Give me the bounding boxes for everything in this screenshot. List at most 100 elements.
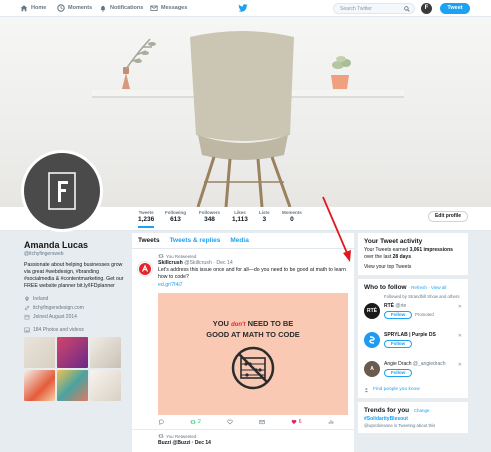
photo-thumbnail[interactable] (57, 337, 88, 368)
stat-label: Following (165, 210, 186, 215)
retweeted-indicator: You Retweeted (158, 253, 348, 259)
activity-text-a: Your Tweets earned (364, 247, 410, 253)
stat-label: Moments (282, 210, 302, 215)
suggestion-avatar[interactable]: RTÉ (364, 302, 380, 319)
trends-change-link[interactable]: · Change (411, 408, 430, 413)
profile-sidebar: Amanda Lucas @itchyfingersweb Passionate… (24, 240, 129, 401)
follow-button[interactable]: Follow (384, 339, 412, 348)
nav-moments[interactable]: Moments (57, 4, 92, 12)
skillcrush-logo-icon (139, 263, 151, 275)
nav-avatar[interactable]: F (421, 3, 432, 14)
suggestion-handle: @rte (395, 302, 407, 309)
follow-button[interactable]: Follow (384, 368, 412, 377)
profile-avatar[interactable] (21, 150, 103, 232)
stat-followers[interactable]: Followers 348 (199, 210, 220, 223)
suggestion-name[interactable]: RTÉ @rte (384, 300, 462, 309)
tweet-author-name[interactable]: Skillcrush (158, 260, 183, 266)
sprylab-logo-icon (369, 335, 375, 344)
analytics-button[interactable] (328, 419, 334, 425)
stat-label: Likes (234, 210, 246, 215)
suggestion-avatar[interactable] (364, 331, 380, 348)
profile-joined-text: Joined August 2014 (33, 314, 77, 320)
profile-location-text: Ireland (33, 296, 49, 302)
search-input[interactable]: Search Twitter (333, 3, 415, 14)
stat-following[interactable]: Following 613 (165, 210, 186, 223)
twitter-bird-icon[interactable] (238, 3, 248, 13)
profile-website[interactable]: itchyfingersdesign.com (24, 305, 129, 311)
photos-videos-text[interactable]: 184 Photos and videos (33, 327, 84, 333)
card-text-dont: don't (231, 322, 246, 328)
trend-tag[interactable]: #SolidarityBlesout (364, 416, 462, 423)
tweet-author-avatar[interactable] (137, 261, 153, 277)
who-to-follow-links[interactable]: · Refresh · View all (408, 285, 446, 290)
tweet-author-preview[interactable]: Buzzi @Buzzi · Dec 14 (158, 440, 348, 446)
suggestion-name[interactable]: Angie Drach @_angiedrach (384, 358, 462, 367)
stat-label: Lists (259, 210, 270, 215)
nav-home[interactable]: Home (20, 4, 46, 12)
heart-outline-icon (227, 419, 233, 425)
stat-moments[interactable]: Moments 0 (282, 210, 302, 223)
retweet-button[interactable]: 2 (190, 419, 201, 425)
find-people-text[interactable]: Find people you know (373, 387, 420, 392)
find-people-link[interactable]: Find people you know (364, 387, 462, 393)
profile-name[interactable]: Amanda Lucas (24, 240, 129, 250)
photo-icon (24, 327, 30, 333)
nav-messages[interactable]: Messages (150, 4, 187, 12)
suggestion-name[interactable]: SPRYLAB | Purple DS (384, 329, 462, 338)
tweet-activity-card: Your Tweet activity Your Tweets earned 3… (358, 233, 468, 275)
right-sidebar: Your Tweet activity Your Tweets earned 3… (358, 233, 468, 437)
suggestion-handle: @_angiedrach (412, 360, 446, 367)
photo-thumbnail[interactable] (90, 337, 121, 368)
stat-likes[interactable]: Likes 1,113 (232, 210, 248, 223)
dismiss-icon[interactable]: ✕ (458, 362, 462, 368)
view-top-tweets-link[interactable]: View your top Tweets (364, 264, 462, 270)
stat-tweets[interactable]: Tweets 1,236 (138, 210, 155, 228)
nav-notifications-label: Notifications (110, 5, 144, 11)
edit-profile-button[interactable]: Edit profile (428, 211, 468, 222)
profile-website-text[interactable]: itchyfingersdesign.com (33, 305, 84, 311)
tweet-button[interactable]: Tweet (440, 3, 470, 14)
who-to-follow-title: Who to follow (364, 284, 407, 291)
bell-icon (100, 5, 106, 12)
like-button[interactable] (227, 419, 233, 425)
timeline-tabs: Tweets Tweets & replies Media (132, 233, 354, 249)
retweet-icon (158, 434, 164, 438)
tweet[interactable]: You Retweeted Skillcrush @Skillcrush · D… (132, 249, 354, 430)
photo-thumbnail[interactable] (57, 370, 88, 401)
tweet[interactable]: You Retweeted Buzzi @Buzzi · Dec 14 (132, 430, 354, 447)
suggestion-avatar[interactable]: A (364, 360, 380, 377)
dismiss-icon[interactable]: ✕ (458, 304, 462, 310)
retweeted-text: You Retweeted (166, 253, 197, 259)
tweet-author-meta: @Skillcrush · Dec 14 (184, 260, 233, 266)
home-icon (20, 5, 28, 12)
profile-handle[interactable]: @itchyfingersweb (24, 251, 129, 257)
calendar-icon (24, 314, 30, 320)
reply-icon (158, 419, 164, 425)
liked-button[interactable]: 6 (291, 419, 302, 425)
stat-lists[interactable]: Lists 3 (259, 210, 270, 223)
photo-thumbnail[interactable] (24, 370, 55, 401)
top-nav: Home Moments Notifications Messages Sear… (0, 0, 491, 17)
letter-f-logo-icon (48, 172, 76, 210)
follow-button[interactable]: Follow (384, 310, 412, 319)
tweet-activity-body: Your Tweets earned 3,061 impressions ove… (364, 247, 462, 261)
direct-message-button[interactable] (259, 419, 265, 425)
reply-button[interactable] (158, 419, 164, 425)
activity-days: 28 days (392, 254, 411, 260)
tweet-media-card[interactable]: YOU don't NEED TO BE GOOD AT MATH TO COD… (158, 293, 348, 415)
tab-tweets[interactable]: Tweets (138, 237, 160, 248)
tab-tweets-replies[interactable]: Tweets & replies (170, 237, 221, 248)
profile-bio: Passionate about helping businesses grow… (24, 262, 124, 289)
tweet-link[interactable]: ed.gr/7f4i7 (158, 282, 348, 289)
profile-avatar-logo (24, 153, 100, 229)
photo-thumbnail[interactable] (90, 370, 121, 401)
card-text-math: GOOD AT MATH TO CODE (206, 330, 300, 339)
photos-videos-link[interactable]: 184 Photos and videos (24, 327, 129, 333)
location-pin-icon (25, 296, 29, 302)
nav-notifications[interactable]: Notifications (99, 4, 143, 12)
tab-media[interactable]: Media (230, 237, 248, 248)
trends-title: Trends for you (364, 406, 410, 414)
search-icon[interactable] (404, 6, 410, 12)
photo-thumbnail[interactable] (24, 337, 55, 368)
dismiss-icon[interactable]: ✕ (458, 333, 462, 339)
